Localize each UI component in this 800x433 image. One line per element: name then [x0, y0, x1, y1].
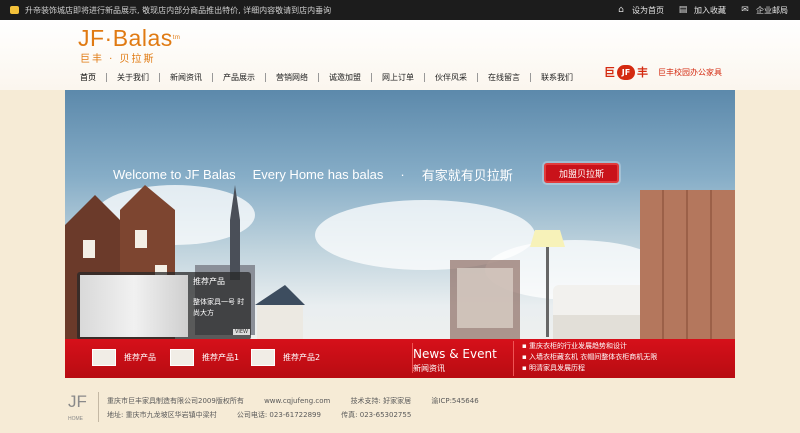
top-links: ⌂ 设为首页 ▤ 加入收藏 ✉ 企业邮局 [616, 0, 788, 20]
news-subtitle: 新闻资讯 [413, 364, 445, 373]
speech-bubble-icon [10, 6, 19, 14]
promo-link[interactable]: 巨 JF 丰 巨丰校园办公家具 [604, 64, 722, 80]
company-mail-link[interactable]: ✉ 企业邮局 [740, 5, 788, 16]
news-item[interactable]: ▪ 明清家具发展历程 [522, 363, 723, 374]
product-item[interactable]: 推荐产品2 [251, 349, 320, 366]
nav-message[interactable]: 在线留言 [478, 72, 531, 82]
home-icon: ⌂ [618, 4, 624, 15]
recommended-product-card[interactable]: 推荐产品 整体家具一号 时尚大方 VIEW [77, 272, 251, 340]
product-label: 推荐产品 [124, 353, 156, 362]
footer-logo-sub: HOME [68, 416, 83, 422]
nav-products[interactable]: 产品展示 [213, 72, 266, 82]
banner-headline: Welcome to JF Balas Every Home has balas… [113, 165, 530, 184]
footer: JF HOME 重庆市巨丰家具制造有限公司2009版权所有 www.cqjufe… [0, 378, 800, 433]
news-list: ▪ 重庆衣柜的行业发展趋势和设计 ▪ 入墙衣柜藏玄机 衣帽间整体衣柜商机无限 ▪… [513, 341, 723, 376]
view-button[interactable]: VIEW [233, 329, 250, 335]
hero-banner: Welcome to JF Balas Every Home has balas… [65, 90, 735, 378]
product-label: 推荐产品1 [202, 353, 240, 362]
add-bookmark-link[interactable]: ▤ 加入收藏 [678, 5, 726, 16]
headline-slogan: Every Home has balas [252, 167, 384, 182]
nav-home[interactable]: 首页 [70, 72, 107, 82]
site-logo[interactable]: JF·Balastm 巨丰 · 贝拉斯 [78, 26, 180, 65]
promo-text: 巨丰校园办公家具 [658, 67, 722, 77]
logo-cn: 巨丰 · 贝拉斯 [80, 54, 156, 65]
product-thumb [251, 349, 275, 366]
news-title: News & Event [413, 347, 497, 361]
bottom-red-bar: 推荐产品 推荐产品1 推荐产品2 News & Event 新闻资讯 ▪ 重庆衣… [65, 339, 735, 378]
bookmark-icon: ▤ [678, 4, 688, 15]
headline-welcome: Welcome to JF Balas [113, 167, 236, 182]
copyright: 重庆市巨丰家具制造有限公司2009版权所有 [107, 397, 244, 405]
product-label: 推荐产品2 [283, 353, 321, 362]
header: JF·Balastm 巨丰 · 贝拉斯 首页 关于我们 新闻资讯 产品展示 营销… [0, 20, 800, 95]
rec-subtitle: 整体家具一号 时尚大方 [193, 298, 245, 317]
promo-logo-icon: JF [617, 64, 635, 80]
product-image [80, 275, 188, 337]
promo-mark-1: 巨 [604, 66, 615, 79]
phone: 公司电话: 023-61722899 [236, 411, 321, 419]
footer-logo: JF HOME [68, 393, 87, 428]
top-bar: 升帝装饰城店即将进行新品展示, 敬现店内部分商品推出特价, 详细内容敬请到店内垂… [0, 0, 800, 20]
news-item[interactable]: ▪ 入墙衣柜藏玄机 衣帽间整体衣柜商机无限 [522, 352, 723, 363]
nav-order[interactable]: 网上订单 [372, 72, 425, 82]
product-item[interactable]: 推荐产品 [92, 349, 156, 366]
nav-network[interactable]: 营销网络 [266, 72, 319, 82]
notice: 升帝装饰城店即将进行新品展示, 敬现店内部分商品推出特价, 详细内容敬请到店内垂… [10, 5, 331, 16]
nav-partners[interactable]: 伙伴风采 [425, 72, 478, 82]
nav-contact[interactable]: 联系我们 [531, 73, 583, 82]
website-url[interactable]: www.cqjufeng.com [264, 397, 330, 405]
logo-tm: tm [172, 35, 181, 41]
main-nav: 首页 关于我们 新闻资讯 产品展示 营销网络 诚邀加盟 网上订单 伙伴风采 在线… [70, 68, 583, 86]
rec-title: 推荐产品 [193, 277, 225, 286]
product-thumb [170, 349, 194, 366]
address: 地址: 重庆市九龙坡区华岩镇中梁村 [107, 411, 217, 419]
product-thumb [92, 349, 116, 366]
notice-text: 升帝装饰城店即将进行新品展示, 敬现店内部分商品推出特价, 详细内容敬请到店内垂… [25, 5, 332, 15]
news-heading[interactable]: News & Event 新闻资讯 [412, 343, 497, 373]
headline-cn: 有家就有贝拉斯 [421, 168, 513, 183]
tech-support: 技术支持: 好家家居 [350, 397, 412, 405]
nav-franchise[interactable]: 诚邀加盟 [319, 72, 372, 82]
nav-news[interactable]: 新闻资讯 [160, 72, 213, 82]
headline-dot: · [400, 167, 405, 182]
nav-about[interactable]: 关于我们 [107, 72, 160, 82]
fax: 传真: 023-65302755 [341, 411, 412, 419]
join-button[interactable]: 加盟贝拉斯 [544, 163, 619, 183]
icp-number: 渝ICP:545646 [431, 397, 479, 405]
footer-line-2: 地址: 重庆市九龙坡区华岩镇中梁村 公司电话: 023-61722899 传真:… [107, 410, 429, 420]
set-homepage-link[interactable]: ⌂ 设为首页 [616, 5, 664, 16]
product-item[interactable]: 推荐产品1 [170, 349, 239, 366]
footer-line-1: 重庆市巨丰家具制造有限公司2009版权所有 www.cqjufeng.com 技… [107, 396, 497, 406]
mail-icon: ✉ [741, 4, 749, 15]
footer-logo-text: JF [68, 392, 87, 411]
footer-divider [98, 392, 99, 422]
promo-mark-2: 丰 [637, 66, 648, 79]
logo-en: JF·Balas [78, 25, 173, 51]
news-item[interactable]: ▪ 重庆衣柜的行业发展趋势和设计 [522, 341, 723, 352]
